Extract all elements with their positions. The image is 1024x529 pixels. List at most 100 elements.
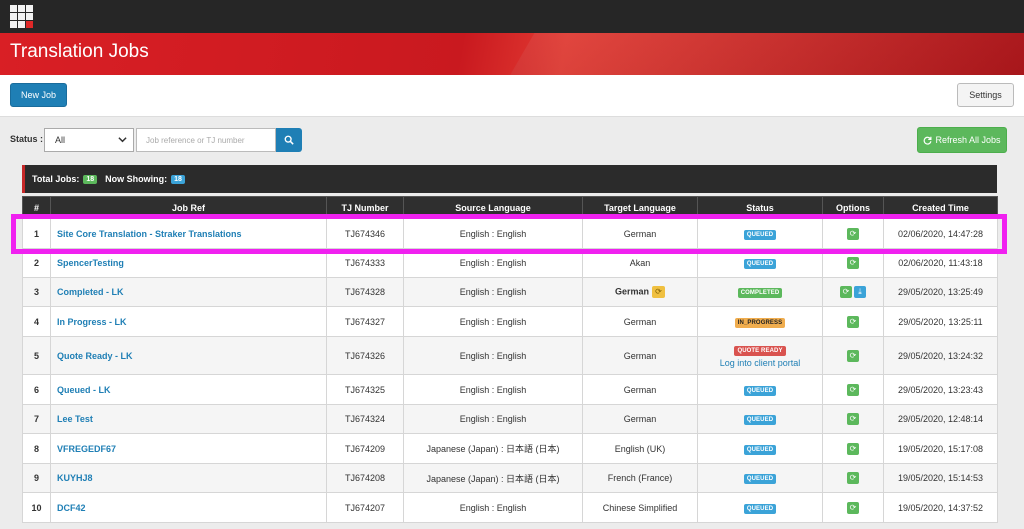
top-bar <box>0 0 1024 33</box>
tj-number: TJ674333 <box>326 248 404 278</box>
options-cell: ⟳ ⤓ <box>822 277 884 307</box>
row-number: 3 <box>22 277 51 307</box>
settings-button[interactable]: Settings <box>957 83 1014 107</box>
status-badge: QUOTE READY <box>734 345 786 356</box>
action-bar: New Job Settings <box>0 75 1024 117</box>
table-row: 5 Quote Ready - LK TJ674326 English : En… <box>22 336 998 375</box>
table-row: 8 VFREGEDF67 TJ674209 Japanese (Japan) :… <box>22 433 998 464</box>
jobs-table: # Job Ref TJ Number Source Language Targ… <box>22 196 998 523</box>
job-ref-link[interactable]: In Progress - LK <box>50 306 327 337</box>
row-number: 2 <box>22 248 51 278</box>
row-number: 9 <box>22 463 51 493</box>
app-grid-icon[interactable] <box>10 5 34 29</box>
created-time: 19/05/2020, 15:17:08 <box>883 433 998 464</box>
row-number: 8 <box>22 433 51 464</box>
source-language: Japanese (Japan) : 日本語 (日本) <box>403 463 583 493</box>
table-row: 2 SpencerTesting TJ674333 English : Engl… <box>22 248 998 278</box>
status-badge: QUEUED <box>743 229 777 240</box>
status-select[interactable]: All <box>44 128 134 152</box>
source-language: English : English <box>403 277 583 307</box>
created-time: 02/06/2020, 14:47:28 <box>883 218 998 249</box>
created-time: 19/05/2020, 15:14:53 <box>883 463 998 493</box>
total-jobs-label: Total Jobs: <box>32 174 80 184</box>
target-language: Chinese Simplified <box>582 492 698 523</box>
refresh-icon[interactable]: ⟳ <box>847 349 859 362</box>
status-badge: COMPLETED <box>737 288 783 298</box>
table-row: 6 Queued - LK TJ674325 English : English… <box>22 374 998 405</box>
status-cell: QUEUED <box>697 248 823 278</box>
col-header-job-ref: Job Ref <box>50 196 327 219</box>
job-ref-link[interactable]: Completed - LK <box>50 277 327 307</box>
source-language: Japanese (Japan) : 日本語 (日本) <box>403 433 583 464</box>
refresh-icon[interactable]: ⟳ <box>847 442 859 455</box>
refresh-icon[interactable]: ⟳ <box>847 472 859 484</box>
refresh-icon[interactable]: ⟳ <box>847 383 859 396</box>
created-time: 29/05/2020, 13:25:49 <box>883 277 998 307</box>
job-ref-link[interactable]: Quote Ready - LK <box>50 336 327 375</box>
options-cell: ⟳ <box>822 463 884 493</box>
status-badge: QUEUED <box>743 444 777 455</box>
tj-number: TJ674326 <box>326 336 404 375</box>
now-showing-label: Now Showing: <box>105 174 168 184</box>
target-language: German <box>582 404 698 434</box>
table-row: 1 Site Core Translation - Straker Transl… <box>22 218 998 249</box>
refresh-icon[interactable]: ⟳ <box>847 315 859 328</box>
status-label: Status : <box>10 134 44 144</box>
job-ref-link[interactable]: Site Core Translation - Straker Translat… <box>50 218 327 249</box>
search-input[interactable]: Job reference or TJ number <box>136 128 276 152</box>
status-badge: QUEUED <box>743 503 777 514</box>
refresh-icon <box>924 136 932 145</box>
row-number: 4 <box>22 306 51 337</box>
options-cell: ⟳ <box>822 248 884 278</box>
options-cell: ⟳ <box>822 433 884 464</box>
target-language: German <box>582 336 698 375</box>
search-button[interactable] <box>276 128 302 152</box>
status-cell: COMPLETED <box>697 277 823 307</box>
new-job-button[interactable]: New Job <box>10 83 67 107</box>
search-icon <box>284 135 294 145</box>
status-badge: QUEUED <box>743 474 777 484</box>
job-ref-link[interactable]: KUYHJ8 <box>50 463 327 493</box>
refresh-icon[interactable]: ⟳ <box>840 286 852 298</box>
created-time: 29/05/2020, 13:25:11 <box>883 306 998 337</box>
refresh-icon[interactable]: ⟳ <box>847 501 859 514</box>
tj-number: TJ674209 <box>326 433 404 464</box>
created-time: 29/05/2020, 13:23:43 <box>883 374 998 405</box>
options-cell: ⟳ <box>822 218 884 249</box>
download-icon[interactable]: ⤓ <box>854 286 866 298</box>
col-header-tj-number: TJ Number <box>326 196 404 219</box>
source-language: English : English <box>403 404 583 434</box>
source-language: English : English <box>403 306 583 337</box>
tj-number: TJ674325 <box>326 374 404 405</box>
row-number: 10 <box>22 492 51 523</box>
refresh-icon[interactable]: ⟳ <box>847 413 859 425</box>
filter-bar: Status : All Job reference or TJ number … <box>0 117 1024 163</box>
job-ref-link[interactable]: Queued - LK <box>50 374 327 405</box>
job-ref-link[interactable]: Lee Test <box>50 404 327 434</box>
tj-number: TJ674327 <box>326 306 404 337</box>
table-row: 10 DCF42 TJ674207 English : English Chin… <box>22 492 998 523</box>
chevron-down-icon <box>118 135 127 146</box>
client-portal-link[interactable]: Log into client portal <box>698 358 822 368</box>
job-ref-link[interactable]: SpencerTesting <box>50 248 327 278</box>
status-badge: QUEUED <box>743 385 777 396</box>
options-cell: ⟳ <box>822 492 884 523</box>
source-language: English : English <box>403 374 583 405</box>
status-badge: QUEUED <box>743 259 777 269</box>
source-language: English : English <box>403 492 583 523</box>
status-cell: QUEUED <box>697 404 823 434</box>
refresh-all-jobs-button[interactable]: Refresh All Jobs <box>917 127 1007 153</box>
status-cell: IN_PROGRESS <box>697 306 823 337</box>
created-time: 19/05/2020, 14:37:52 <box>883 492 998 523</box>
status-badge: QUEUED <box>743 415 777 425</box>
job-ref-link[interactable]: DCF42 <box>50 492 327 523</box>
row-number: 1 <box>22 218 51 249</box>
job-ref-link[interactable]: VFREGEDF67 <box>50 433 327 464</box>
refresh-icon[interactable]: ⟳ <box>652 286 665 298</box>
target-language: French (France) <box>582 463 698 493</box>
target-language: English (UK) <box>582 433 698 464</box>
tj-number: TJ674328 <box>326 277 404 307</box>
refresh-icon[interactable]: ⟳ <box>847 227 859 240</box>
refresh-icon[interactable]: ⟳ <box>847 257 859 269</box>
target-language: German <box>582 374 698 405</box>
